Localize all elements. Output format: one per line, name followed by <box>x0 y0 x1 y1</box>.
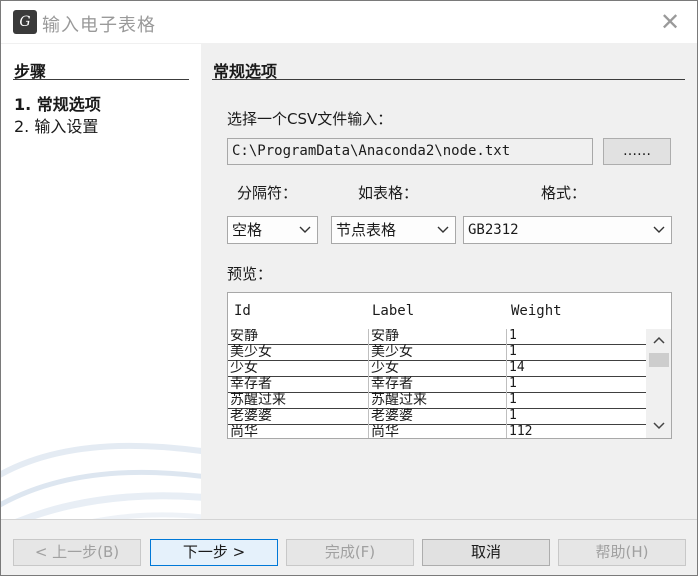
steps-divider <box>13 79 189 80</box>
vertical-scrollbar[interactable] <box>646 329 672 438</box>
table-type-select[interactable]: 节点表格 <box>331 216 456 244</box>
cell-weight: 14 <box>506 360 646 376</box>
column-header-label: Label <box>372 303 415 319</box>
csv-file-label: 选择一个CSV文件输入： <box>227 110 393 128</box>
format-label: 格式： <box>541 184 587 202</box>
preview-label: 预览： <box>227 265 273 283</box>
scroll-up-icon[interactable] <box>646 331 672 349</box>
help-button[interactable]: 帮助(H) <box>558 539 686 566</box>
title-bar: G 输入电子表格 ✕ <box>1 1 697 43</box>
cell-label: 老婆婆 <box>368 408 504 424</box>
file-path-field[interactable]: C:\ProgramData\Anaconda2\node.txt <box>227 138 593 165</box>
table-row[interactable]: 苏醒过来 苏醒过来 1 <box>228 392 646 409</box>
cell-label: 安静 <box>368 329 504 344</box>
separator-value: 空格 <box>232 221 263 239</box>
finish-button[interactable]: 完成(F) <box>286 539 414 566</box>
cell-id: 老婆婆 <box>230 408 272 424</box>
decorative-swoosh <box>1 442 201 519</box>
section-divider <box>212 79 685 80</box>
cell-label: 尚华 <box>368 424 504 438</box>
table-header: Id Label Weight <box>228 293 646 329</box>
step-general-options: 1. 常规选项 <box>14 95 101 114</box>
column-header-id: Id <box>234 303 251 319</box>
steps-panel: 步骤 1. 常规选项 2. 输入设置 <box>1 44 201 519</box>
cell-weight: 1 <box>506 408 646 424</box>
cell-id: 尚华 <box>230 424 258 439</box>
table-row[interactable]: 安静 安静 1 <box>228 329 646 345</box>
next-button[interactable]: 下一步 > <box>150 539 278 566</box>
table-row[interactable]: 尚华 尚华 112 <box>228 424 646 439</box>
step-input-settings: 2. 输入设置 <box>14 117 99 136</box>
format-value: GB2312 <box>468 222 519 238</box>
app-logo-icon: G <box>13 10 37 34</box>
column-header-weight: Weight <box>511 303 562 319</box>
cell-weight: 1 <box>506 376 646 392</box>
table-type-label: 如表格： <box>358 184 419 202</box>
cell-label: 美少女 <box>368 344 504 360</box>
table-row[interactable]: 老婆婆 老婆婆 1 <box>228 408 646 425</box>
cancel-button[interactable]: 取消 <box>422 539 550 566</box>
table-body: 安静 安静 1 美少女 美少女 1 少女 少女 14 幸存者 幸存者 1 苏醒过… <box>228 329 646 439</box>
button-bar: < 上一步(B) 下一步 > 完成(F) 取消 帮助(H) <box>1 519 697 575</box>
cell-weight: 1 <box>506 329 646 344</box>
cell-id: 美少女 <box>230 344 272 360</box>
cell-weight: 1 <box>506 392 646 408</box>
cell-id: 安静 <box>230 329 258 344</box>
cell-id: 幸存者 <box>230 376 272 392</box>
back-button[interactable]: < 上一步(B) <box>13 539 141 566</box>
window-title: 输入电子表格 <box>42 15 156 36</box>
cell-id: 少女 <box>230 360 258 376</box>
cell-weight: 1 <box>506 344 646 360</box>
table-row[interactable]: 幸存者 幸存者 1 <box>228 376 646 393</box>
chevron-down-icon <box>437 226 449 233</box>
cell-weight: 112 <box>506 424 646 438</box>
options-panel: 常规选项 选择一个CSV文件输入： C:\ProgramData\Anacond… <box>201 44 697 519</box>
format-select[interactable]: GB2312 <box>463 216 672 244</box>
close-icon[interactable]: ✕ <box>657 9 683 35</box>
import-spreadsheet-dialog: G 输入电子表格 ✕ 步骤 1. 常规选项 2. 输入设置 常规选项 选择一个C… <box>0 0 698 576</box>
separator-label: 分隔符： <box>237 184 298 202</box>
cell-label: 苏醒过来 <box>368 392 504 408</box>
cell-label: 少女 <box>368 360 504 376</box>
cell-label: 幸存者 <box>368 376 504 392</box>
table-type-value: 节点表格 <box>336 221 397 239</box>
scroll-down-icon[interactable] <box>646 417 672 435</box>
table-row[interactable]: 美少女 美少女 1 <box>228 344 646 361</box>
cell-id: 苏醒过来 <box>230 392 286 408</box>
chevron-down-icon <box>653 226 665 233</box>
table-row[interactable]: 少女 少女 14 <box>228 360 646 377</box>
preview-table[interactable]: Id Label Weight 安静 安静 1 美少女 美少女 1 少女 少女 <box>227 292 672 439</box>
scrollbar-thumb[interactable] <box>649 353 669 367</box>
browse-button[interactable]: …… <box>603 138 671 165</box>
separator-select[interactable]: 空格 <box>227 216 318 244</box>
chevron-down-icon <box>299 226 311 233</box>
